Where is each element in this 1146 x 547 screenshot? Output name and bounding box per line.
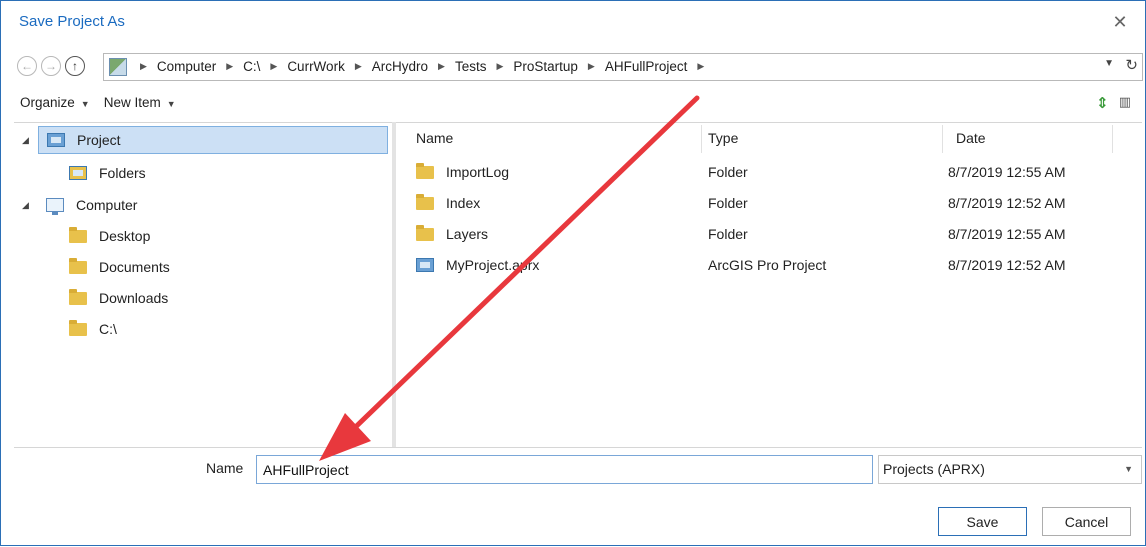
dialog-title: Save Project As [19, 13, 125, 30]
column-divider[interactable] [1112, 125, 1113, 153]
item-type: Folder [708, 226, 748, 242]
chevron-right-icon: ▶ [587, 61, 595, 71]
crumb-c-drive[interactable]: C:\ [241, 59, 262, 74]
item-type: ArcGIS Pro Project [708, 257, 827, 273]
chevron-right-icon: ▶ [226, 61, 234, 71]
item-type: Folder [708, 164, 748, 180]
folder-icon [69, 288, 87, 305]
crumb-currwork[interactable]: CurrWork [285, 59, 347, 74]
toolbar-right: ⇕ ▥ [1096, 94, 1131, 112]
cancel-button[interactable]: Cancel [1042, 507, 1131, 536]
crumb-prostartup[interactable]: ProStartup [511, 59, 580, 74]
chevron-down-icon: ▼ [1124, 464, 1133, 474]
folder-icon [416, 193, 434, 210]
sort-icon[interactable]: ⇕ [1096, 94, 1109, 112]
folder-icon [69, 319, 87, 336]
forward-icon[interactable]: → [41, 56, 61, 76]
new-item-menu[interactable]: New Item ▼ [104, 95, 176, 110]
chevron-down-icon: ▼ [80, 99, 90, 109]
file-type-value: Projects (APRX) [883, 461, 985, 477]
item-name: MyProject.aprx [446, 257, 540, 273]
breadcrumb: ▶ Computer ▶ C:\ ▶ CurrWork ▶ ArcHydro ▶… [132, 59, 712, 74]
expand-arrow-icon[interactable]: ◢ [22, 200, 29, 211]
project-file-icon [416, 258, 434, 272]
chevron-right-icon: ▶ [354, 61, 362, 71]
item-date: 8/7/2019 12:52 AM [948, 195, 1066, 211]
chevron-down-icon: ▼ [166, 99, 176, 109]
list-item[interactable]: Index Folder 8/7/2019 12:52 AM [396, 188, 1142, 219]
up-icon[interactable]: ↑ [65, 56, 85, 76]
chevron-right-icon: ▶ [697, 61, 705, 71]
list-item[interactable]: ImportLog Folder 8/7/2019 12:55 AM [396, 157, 1142, 188]
chevron-down-icon[interactable]: ▼ [1104, 58, 1114, 69]
new-item-label: New Item [103, 95, 161, 110]
folder-icon [416, 224, 434, 241]
folder-icon [69, 257, 87, 274]
project-icon [47, 133, 65, 147]
chevron-right-icon: ▶ [140, 61, 147, 71]
crumb-computer[interactable]: Computer [155, 59, 218, 74]
tree-item-c-drive[interactable]: C:\ [69, 315, 117, 343]
tree-item-label: C:\ [99, 321, 117, 337]
tree-item-documents[interactable]: Documents [69, 253, 170, 281]
location-icon [109, 58, 127, 76]
list-item[interactable]: MyProject.aprx ArcGIS Pro Project 8/7/20… [396, 250, 1142, 281]
file-type-select[interactable]: Projects (APRX) ▼ [878, 455, 1142, 484]
toolbar: Organize ▼ New Item ▼ [20, 95, 190, 110]
tree-item-downloads[interactable]: Downloads [69, 284, 168, 312]
column-divider[interactable] [942, 125, 943, 153]
folder-icon [416, 162, 434, 179]
organize-menu[interactable]: Organize ▼ [20, 95, 90, 110]
file-list: Name Type Date ImportLog Folder 8/7/2019… [396, 122, 1142, 447]
folders-icon [69, 166, 87, 180]
column-divider[interactable] [701, 125, 702, 153]
refresh-icon[interactable]: ↻ [1125, 56, 1138, 74]
name-field[interactable] [256, 455, 873, 484]
address-bar[interactable]: ▶ Computer ▶ C:\ ▶ CurrWork ▶ ArcHydro ▶… [103, 53, 1143, 81]
tree-item-label: Project [77, 132, 121, 148]
tree-item-label: Desktop [99, 228, 151, 244]
navigation-tree: ◢ Project Folders ◢ Computer Desktop Doc… [14, 122, 392, 447]
item-name: ImportLog [446, 164, 510, 180]
chevron-right-icon: ▶ [270, 61, 278, 71]
name-label: Name [206, 460, 244, 476]
view-mode-icon[interactable]: ▥ [1119, 94, 1131, 112]
column-header-date[interactable]: Date [956, 123, 986, 153]
expand-arrow-icon[interactable]: ◢ [22, 135, 29, 146]
item-date: 8/7/2019 12:55 AM [948, 226, 1066, 242]
title-bar: Save Project As ✕ [1, 1, 1145, 45]
computer-icon [46, 198, 64, 215]
folder-icon [69, 226, 87, 243]
tree-item-label: Documents [99, 259, 170, 275]
close-icon[interactable]: ✕ [1109, 11, 1131, 33]
crumb-archydro[interactable]: ArcHydro [370, 59, 430, 74]
tree-item-label: Folders [99, 165, 146, 181]
item-name: Layers [446, 226, 489, 242]
item-date: 8/7/2019 12:52 AM [948, 257, 1066, 273]
crumb-tests[interactable]: Tests [453, 59, 489, 74]
column-header-type[interactable]: Type [708, 123, 738, 153]
chevron-right-icon: ▶ [496, 61, 504, 71]
save-button[interactable]: Save [938, 507, 1027, 536]
back-icon[interactable]: ← [17, 56, 37, 76]
divider [14, 447, 1142, 448]
tree-item-desktop[interactable]: Desktop [69, 222, 150, 250]
organize-label: Organize [20, 95, 75, 110]
save-project-dialog: Save Project As ✕ ← → ↑ ▶ Computer ▶ C:\… [0, 0, 1146, 546]
crumb-ahfullproject[interactable]: AHFullProject [603, 59, 690, 74]
column-header-name[interactable]: Name [416, 123, 453, 153]
tree-item-folders[interactable]: Folders [69, 159, 146, 187]
item-type: Folder [708, 195, 748, 211]
chevron-right-icon: ▶ [438, 61, 445, 71]
item-date: 8/7/2019 12:55 AM [948, 164, 1066, 180]
tree-item-label: Computer [76, 197, 138, 213]
item-name: Index [446, 195, 481, 211]
tree-item-project[interactable]: Project [38, 126, 388, 154]
tree-item-label: Downloads [99, 290, 169, 306]
tree-item-computer[interactable]: Computer [46, 191, 137, 219]
list-item[interactable]: Layers Folder 8/7/2019 12:55 AM [396, 219, 1142, 250]
